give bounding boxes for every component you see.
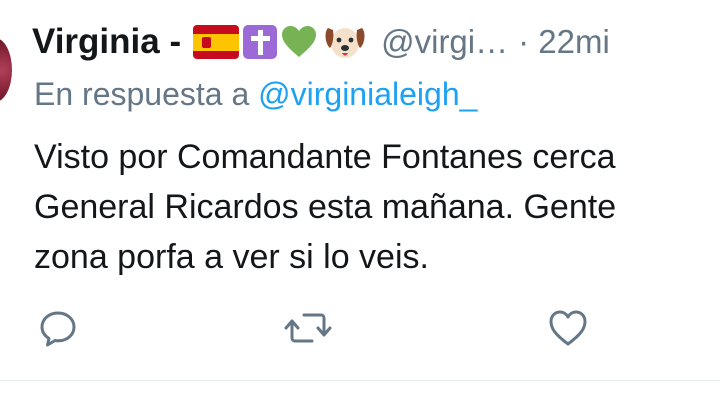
tweet-header: Virginia - @virgi… · 22mi <box>32 14 610 70</box>
author-handle[interactable]: @virgi… <box>381 23 508 61</box>
reply-prefix: En respuesta a <box>34 76 250 112</box>
like-icon[interactable] <box>548 308 588 348</box>
like-button[interactable] <box>548 308 588 353</box>
retweet-button[interactable] <box>284 308 332 353</box>
tweet-text: Visto por Comandante Fontanes cerca Gene… <box>34 132 720 282</box>
avatar[interactable] <box>0 38 12 102</box>
reply-button[interactable] <box>38 308 78 353</box>
tweet-actions <box>0 308 720 358</box>
latin-cross-icon <box>243 25 278 59</box>
tweet-text-line: General Ricardos esta mañana. Gente <box>34 188 617 226</box>
tweet-timestamp[interactable]: · 22mi <box>518 23 610 61</box>
reply-icon[interactable] <box>38 308 78 348</box>
tweet-text-line: zona porfa a ver si lo veis. <box>34 238 429 276</box>
spain-flag-icon <box>193 25 240 59</box>
dog-face-icon <box>323 22 367 62</box>
reply-context: En respuesta a @virginialeigh_ <box>34 76 477 113</box>
tweet-divider <box>0 380 720 381</box>
green-heart-icon <box>281 25 317 59</box>
reply-mention-link[interactable]: @virginialeigh_ <box>258 76 477 112</box>
tweet-text-line: Visto por Comandante Fontanes cerca <box>34 138 616 176</box>
author-name[interactable]: Virginia - <box>32 22 181 62</box>
retweet-icon[interactable] <box>284 308 332 348</box>
